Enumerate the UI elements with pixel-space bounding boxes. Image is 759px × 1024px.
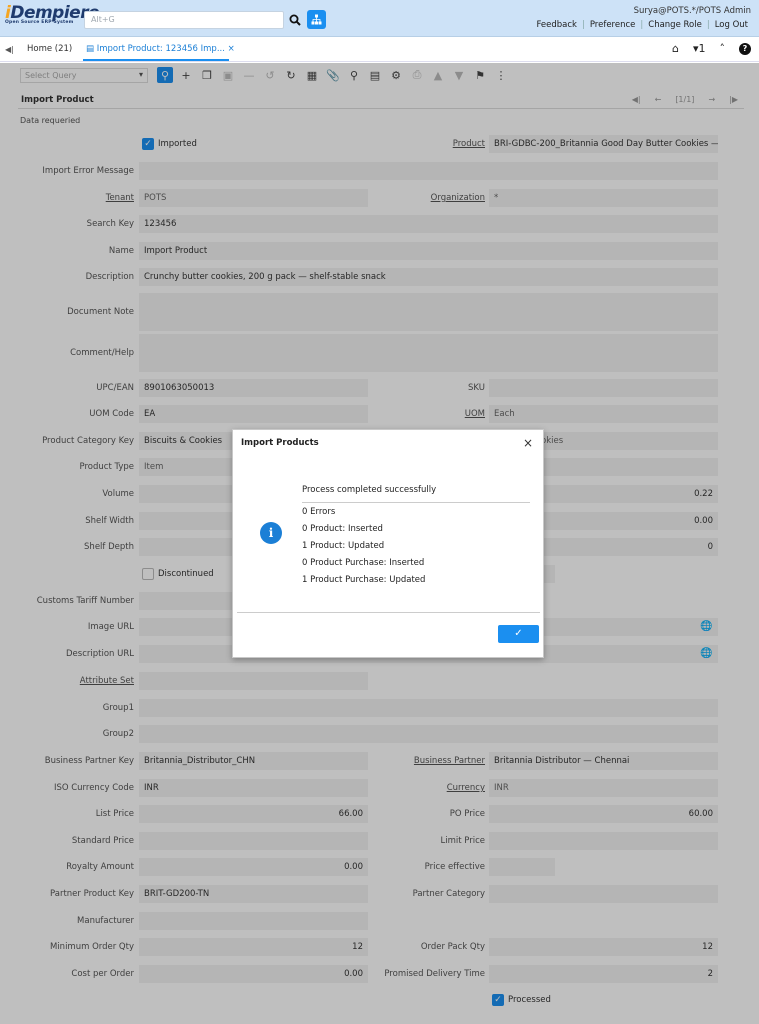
search-icon[interactable]	[286, 11, 304, 29]
active-tab-indicator	[83, 59, 229, 61]
dialog-message: 0 Product Purchase: Inserted	[302, 558, 425, 568]
close-tab-icon[interactable]: ×	[228, 44, 235, 54]
dialog-headline: Process completed successfully	[302, 485, 437, 495]
import-products-dialog: Import Products × i Process completed su…	[232, 429, 544, 658]
top-links: Feedback | Preference | Change Role | Log O…	[531, 20, 753, 30]
collapse-sidebar-icon[interactable]: ◀|	[5, 45, 14, 54]
divider	[302, 502, 530, 503]
ok-button[interactable]: ✓	[498, 625, 539, 643]
dialog-message: 1 Product Purchase: Updated	[302, 575, 426, 585]
preference-link[interactable]: Preference	[585, 20, 641, 30]
dialog-message: 0 Errors	[302, 507, 336, 517]
window-icon: ▤	[86, 44, 95, 54]
change-role-link[interactable]: Change Role	[643, 20, 707, 30]
collapse-up-icon[interactable]: ˄	[720, 42, 726, 55]
window-list-dropdown[interactable]: ▾1	[693, 42, 706, 55]
home-icon[interactable]: ⌂	[672, 42, 679, 55]
dialog-message: 1 Product: Updated	[302, 541, 385, 551]
sitemap-icon[interactable]	[307, 10, 326, 29]
app-header: iDempiere Open Source ERP System Alt+G S…	[0, 0, 759, 37]
help-icon[interactable]: ?	[739, 42, 751, 55]
close-icon[interactable]: ×	[523, 436, 533, 450]
tab-import-product[interactable]: ▤ Import Product: 123456 Imp... ×	[86, 44, 235, 54]
dialog-message: 0 Product: Inserted	[302, 524, 383, 534]
feedback-link[interactable]: Feedback	[531, 20, 581, 30]
tab-home[interactable]: Home (21)	[27, 44, 72, 54]
window-tabbar: ◀| Home (21) ▤ Import Product: 123456 Im…	[0, 38, 759, 62]
divider	[237, 612, 540, 613]
info-icon: i	[260, 522, 282, 544]
user-role-label[interactable]: Surya@POTS.*/POTS Admin	[634, 6, 751, 16]
dialog-title: Import Products	[241, 438, 319, 448]
tab-label: Import Product: 123456 Imp...	[96, 44, 225, 54]
open-windows-count: 1	[698, 42, 706, 55]
global-search-input[interactable]: Alt+G	[84, 11, 284, 29]
logout-link[interactable]: Log Out	[710, 20, 753, 30]
